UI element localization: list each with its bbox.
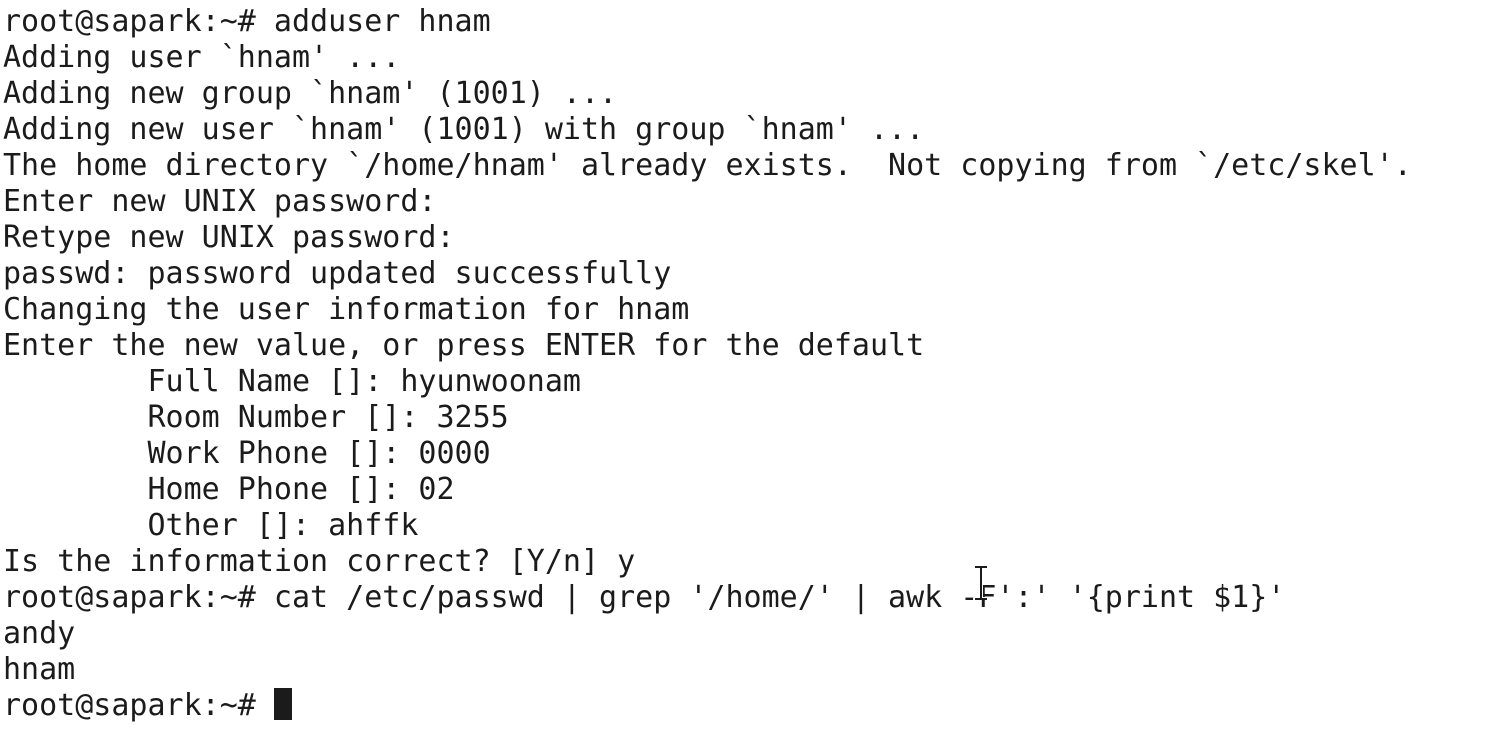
i-beam-cursor-icon: [975, 566, 987, 600]
terminal-line: andy: [3, 616, 76, 651]
terminal-line: Retype new UNIX password:: [3, 220, 455, 255]
prompt-text: root@sapark:~#: [3, 688, 274, 723]
terminal-line: The home directory `/home/hnam' already …: [3, 148, 1412, 183]
text-cursor-block-icon: [273, 688, 292, 720]
terminal-line: root@sapark:~# adduser hnam: [3, 4, 491, 39]
terminal-line: Changing the user information for hnam: [3, 292, 690, 327]
terminal-line: Work Phone []: 0000: [3, 436, 491, 471]
terminal-line: Is the information correct? [Y/n] y: [3, 544, 636, 579]
terminal-line: Home Phone []: 02: [3, 472, 455, 507]
terminal-line: Other []: ahffk: [3, 508, 419, 543]
terminal-line: Enter the new value, or press ENTER for …: [3, 328, 925, 363]
terminal-line: Room Number []: 3255: [3, 400, 509, 435]
terminal-line: Adding new user `hnam' (1001) with group…: [3, 112, 925, 147]
terminal-window[interactable]: root@sapark:~# adduser hnam Adding user …: [0, 0, 1498, 740]
terminal-line: Enter new UNIX password:: [3, 184, 437, 219]
terminal-line: passwd: password updated successfully: [3, 256, 672, 291]
terminal-line: hnam: [3, 652, 76, 687]
terminal-line: Adding user `hnam' ...: [3, 40, 401, 75]
prompt-line[interactable]: root@sapark:~#: [3, 688, 1498, 724]
terminal-line: Adding new group `hnam' (1001) ...: [3, 76, 618, 111]
terminal-line: root@sapark:~# cat /etc/passwd | grep '/…: [3, 580, 1286, 615]
terminal-line: Full Name []: hyunwoonam: [3, 364, 581, 399]
